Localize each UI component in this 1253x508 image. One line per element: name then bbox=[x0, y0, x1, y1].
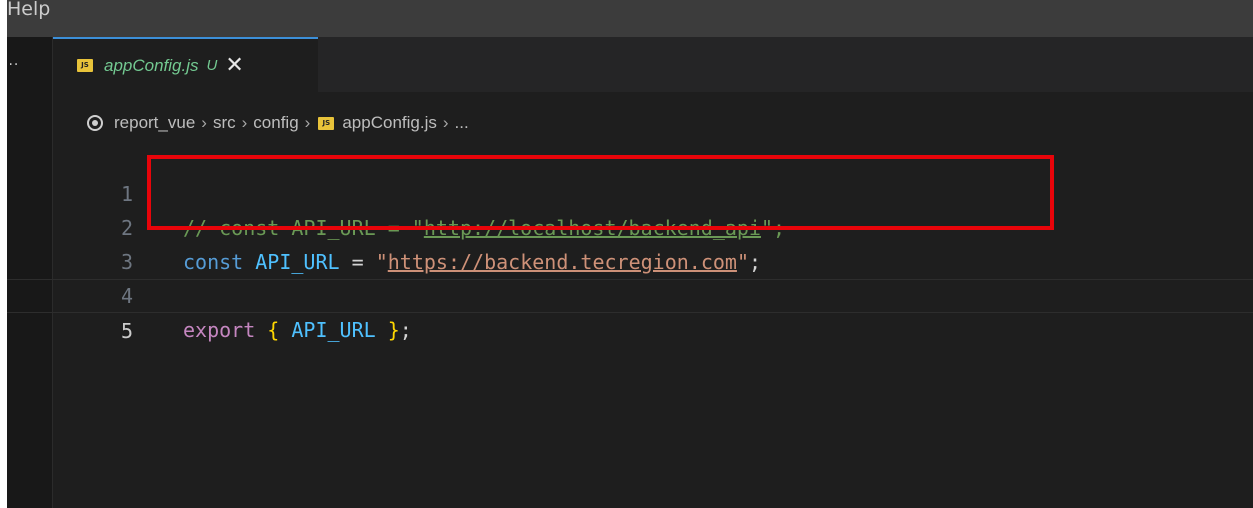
keyword-export: export bbox=[183, 318, 256, 342]
javascript-file-icon: JS bbox=[77, 59, 93, 72]
breadcrumb-separator: › bbox=[304, 113, 311, 132]
breadcrumb-symbols[interactable]: ... bbox=[455, 113, 469, 133]
menu-bar: Help bbox=[7, 0, 1253, 37]
brace: { bbox=[267, 318, 280, 342]
tab-appconfig-js[interactable]: JS appConfig.js U ✕ bbox=[53, 37, 318, 92]
brace: } bbox=[387, 318, 400, 342]
code-line[interactable]: 2 const API_URL = "https://backend.tecre… bbox=[7, 177, 1253, 274]
code-editor[interactable]: 1 // const API_URL = "http://localhost/b… bbox=[7, 143, 1253, 343]
breadcrumb-separator: › bbox=[241, 113, 248, 132]
javascript-file-icon: JS bbox=[318, 116, 335, 130]
vscode-window: Help ··· JS appConfig.js U ✕ report_vue … bbox=[7, 0, 1253, 508]
breadcrumb-src[interactable]: src bbox=[213, 113, 236, 133]
close-icon[interactable]: ✕ bbox=[225, 54, 243, 77]
variable-name: API_URL bbox=[291, 318, 376, 342]
breadcrumb-report-vue[interactable]: report_vue bbox=[114, 113, 195, 133]
line-content: export { API_URL }; bbox=[183, 313, 412, 347]
code-line[interactable]: 4 export { API_URL }; bbox=[7, 245, 1253, 342]
more-actions-icon[interactable]: ··· bbox=[7, 57, 19, 73]
current-code-line[interactable]: 5 bbox=[7, 279, 1253, 343]
breadcrumb-separator: › bbox=[201, 113, 207, 132]
source-control-circle-icon bbox=[87, 115, 103, 131]
breadcrumb-appconfig-js[interactable]: appConfig.js bbox=[342, 113, 437, 133]
breadcrumb-separator: › bbox=[442, 113, 449, 132]
line-number: 5 bbox=[120, 319, 133, 343]
breadcrumb-config[interactable]: config bbox=[253, 113, 298, 133]
menu-help[interactable]: Help bbox=[7, 0, 50, 24]
code-line[interactable]: 3 bbox=[7, 211, 1253, 274]
breadcrumb: report_vue › src › config › JS appConfig… bbox=[87, 112, 469, 134]
editor-tab-bar: JS appConfig.js U ✕ bbox=[53, 37, 1253, 92]
untracked-badge: U bbox=[206, 57, 218, 74]
code-line[interactable]: 1 // const API_URL = "http://localhost/b… bbox=[7, 143, 1253, 240]
tab-filename: appConfig.js bbox=[104, 55, 199, 75]
semicolon: ; bbox=[399, 318, 412, 342]
